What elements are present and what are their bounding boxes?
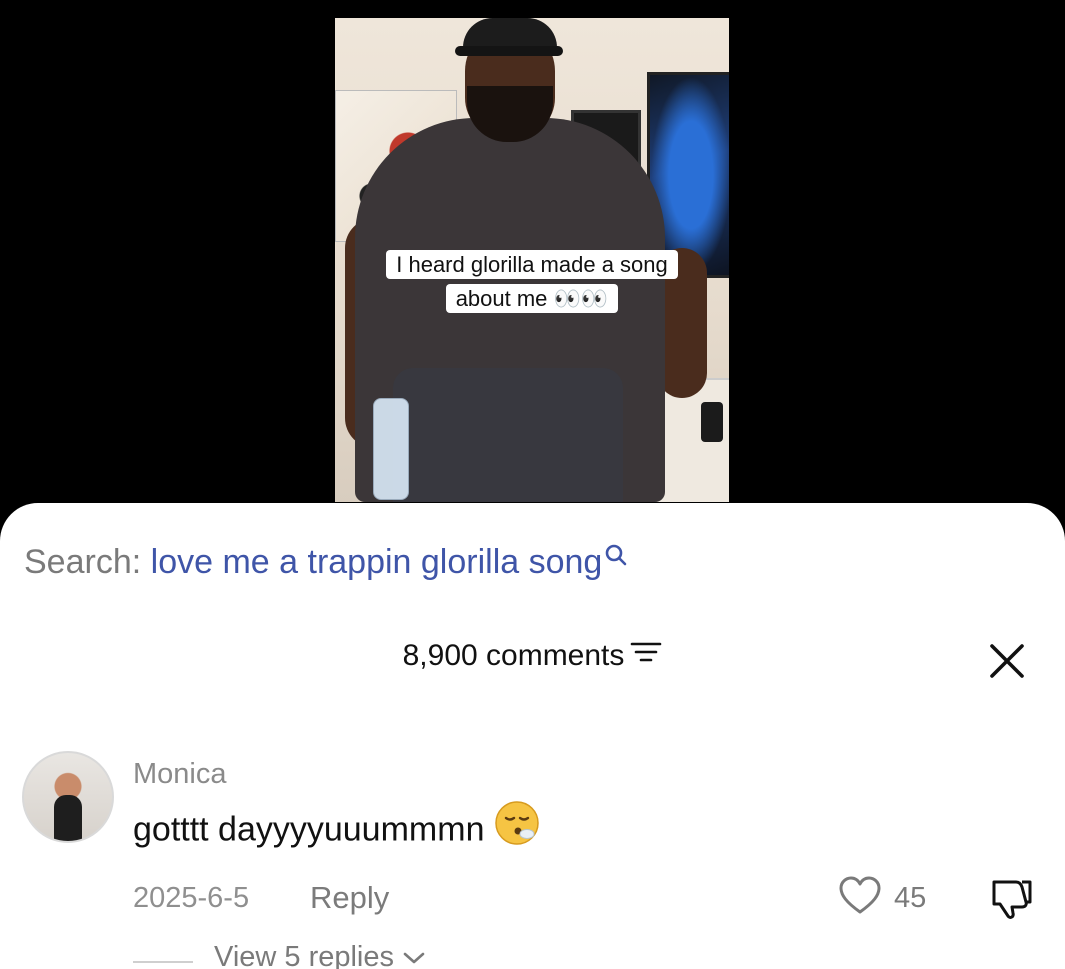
face-exhaling-emoji <box>494 800 540 855</box>
water-bottle <box>373 398 409 500</box>
avatar-figure <box>54 795 82 841</box>
comments-sheet: Search: love me a trappin glorilla song … <box>0 503 1065 969</box>
speaker <box>701 402 723 442</box>
replies-divider <box>133 961 193 963</box>
comments-count: 8,900 comments <box>402 639 625 672</box>
heart-icon[interactable] <box>838 874 882 923</box>
chevron-down-icon <box>402 941 426 969</box>
person-legs <box>393 368 623 502</box>
comments-header: 8,900 comments <box>0 639 1065 673</box>
comment-text: gotttt dayyyyuuummmn <box>133 810 485 849</box>
search-icon[interactable] <box>604 537 628 576</box>
caption-line-2: about me 👀👀 <box>445 284 619 313</box>
like-count: 45 <box>894 882 927 914</box>
view-replies-label: View 5 replies <box>214 941 395 969</box>
comment-item: Monica gotttt dayyyyuuummmn 2025-6-5 Rep… <box>0 750 1065 969</box>
comment-date: 2025-6-5 <box>133 882 250 914</box>
search-suggestion[interactable]: Search: love me a trappin glorilla song <box>24 543 628 582</box>
caption-line-1: I heard glorilla made a song <box>386 250 678 279</box>
comment-text-row: gotttt dayyyyuuummmn <box>133 801 540 855</box>
cap-brim <box>455 46 563 56</box>
filter-icon[interactable] <box>630 638 662 672</box>
search-query[interactable]: love me a trappin glorilla song <box>151 543 603 581</box>
avatar[interactable] <box>22 751 114 843</box>
comment-username[interactable]: Monica <box>133 758 227 791</box>
search-label: Search: <box>24 543 142 581</box>
reply-button[interactable]: Reply <box>310 880 389 916</box>
close-icon[interactable] <box>988 642 1026 680</box>
video-caption: I heard glorilla made a song about me 👀👀 <box>335 248 729 316</box>
dislike-icon[interactable] <box>988 876 1034 925</box>
video-player[interactable]: I heard glorilla made a song about me 👀👀 <box>335 18 729 502</box>
view-replies-button[interactable]: View 5 replies <box>214 941 426 969</box>
